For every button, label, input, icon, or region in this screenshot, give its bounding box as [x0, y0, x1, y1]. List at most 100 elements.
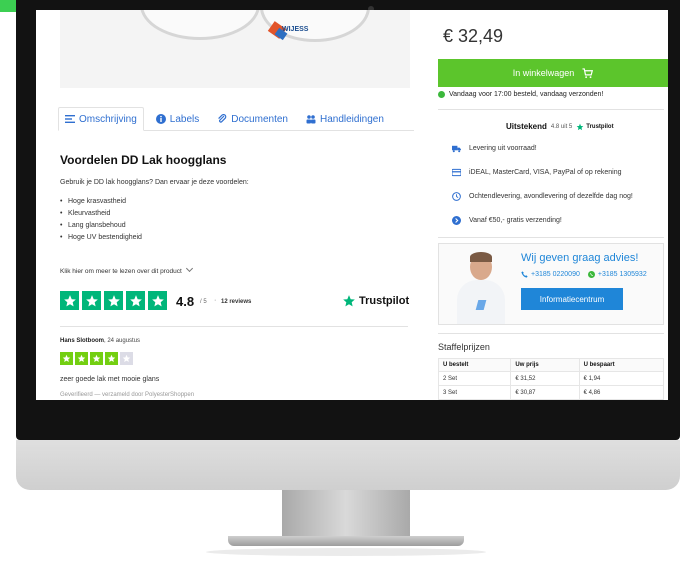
monitor-stand	[282, 490, 410, 536]
benefits-list: Hoge krasvastheid Kleurvastheid Lang gla…	[60, 196, 142, 244]
trustpilot-logo[interactable]: Trustpilot	[342, 294, 409, 308]
whatsapp-number: +3185 1305932	[597, 271, 647, 278]
shipping-note-text: Vandaag voor 17:00 besteld, vandaag verz…	[449, 91, 604, 98]
read-more-label: Klik hier om meer te lezen over dit prod…	[60, 268, 182, 275]
usp-text: Ochtendlevering, avondlevering of dezelf…	[469, 193, 633, 200]
trustpilot-summary[interactable]: Uitstekend 4.8 uit 5 Trustpilot	[506, 122, 614, 131]
credit-card-icon	[452, 168, 461, 177]
list-item: Lang glansbehoud	[60, 220, 142, 232]
trustpilot-summary-label: Uitstekend	[506, 122, 547, 131]
accent-corner	[0, 0, 16, 12]
read-more-link[interactable]: Klik hier om meer te lezen over dit prod…	[60, 264, 193, 275]
shipping-note: Vandaag voor 17:00 besteld, vandaag verz…	[438, 91, 603, 98]
table-row[interactable]: 3 Set € 30,87 € 4,86	[437, 385, 665, 400]
star-icon	[75, 352, 88, 365]
add-to-cart-button[interactable]: In winkelwagen	[438, 59, 668, 87]
review-text: zeer goede lak met mooie glans	[60, 376, 160, 383]
divider	[438, 109, 664, 110]
advice-phones: +3185 0220090 +3185 1305932	[521, 271, 647, 278]
rating-separator: ·	[214, 297, 217, 304]
reviews-count[interactable]: 12 reviews	[221, 299, 251, 305]
people-icon	[306, 115, 316, 124]
trustpilot-stars	[60, 291, 167, 310]
usp-payment: iDEAL, MasterCard, VISA, PayPal of op re…	[452, 168, 622, 177]
trustpilot-mini-text: Trustpilot	[586, 123, 614, 130]
info-icon	[155, 114, 166, 124]
tab-label: Labels	[169, 113, 200, 125]
avatar-hair	[470, 252, 492, 262]
tab-label: Documenten	[231, 113, 288, 125]
avatar	[453, 248, 509, 324]
divider	[60, 326, 408, 327]
review-author: Hans Slotboom, 24 augustus	[60, 338, 140, 344]
list-icon	[65, 115, 75, 123]
usp-free-shipping: Vanaf €50,- gratis verzending!	[452, 216, 562, 225]
whatsapp-icon	[587, 271, 595, 278]
tin-brand-label: WIJESS	[282, 26, 309, 33]
star-icon	[60, 352, 73, 365]
tab-omschrijving[interactable]: Omschrijving	[58, 107, 144, 131]
list-item: Hoge UV bestendigheid	[60, 232, 142, 244]
add-to-cart-label: In winkelwagen	[512, 68, 575, 78]
column-header: U bestelt	[437, 358, 512, 372]
divider	[438, 333, 664, 334]
tab-documenten[interactable]: Documenten	[211, 107, 294, 131]
star-empty-icon	[120, 352, 133, 365]
table-cell: € 31,52	[510, 371, 580, 386]
review-stars	[60, 352, 133, 365]
divider	[438, 237, 664, 238]
paint-tin-left	[140, 10, 260, 40]
phone-link[interactable]: +3185 0220090	[521, 271, 580, 278]
review-verified: Geverifieerd — verzameld door PolyesterS…	[60, 392, 195, 398]
status-dot-icon	[438, 91, 445, 98]
staffel-title: Staffelprijzen	[438, 342, 490, 352]
monitor-shadow	[206, 548, 486, 556]
tab-handleidingen[interactable]: Handleidingen	[300, 107, 390, 131]
product-image: WIJESS	[60, 10, 410, 88]
advice-box: Wij geven graag advies! +3185 0220090 +3…	[438, 243, 664, 325]
review-author-name: Hans Slotboom	[60, 338, 105, 344]
star-icon	[82, 291, 101, 310]
star-icon	[90, 352, 103, 365]
monitor-chin	[16, 440, 680, 490]
star-icon	[105, 352, 118, 365]
description-intro: Gebruik je DD lak hoogglans? Dan ervaar …	[60, 179, 249, 186]
tab-label: Omschrijving	[79, 113, 137, 125]
whatsapp-link[interactable]: +3185 1305932	[587, 271, 647, 278]
table-cell: € 4,86	[578, 385, 665, 400]
trustpilot-star-icon	[576, 123, 584, 130]
table-row[interactable]: 2 Set € 31,52 € 1,94	[437, 371, 665, 386]
usp-delivery-time: Ochtendlevering, avondlevering of dezelf…	[452, 192, 633, 201]
star-icon	[104, 291, 123, 310]
usp-text: Vanaf €50,- gratis verzending!	[469, 217, 562, 224]
tab-label: Handleidingen	[319, 113, 384, 125]
screen: WIJESS Omschrijving Labels Documenten Ha…	[36, 10, 668, 400]
column-header: U bespaart	[578, 358, 665, 372]
star-icon	[148, 291, 167, 310]
informatiecentrum-button[interactable]: Informatiecentrum	[521, 288, 623, 310]
list-item: Kleurvastheid	[60, 208, 142, 220]
monitor-base	[228, 536, 464, 546]
table-cell: 2 Set	[437, 371, 512, 386]
list-item: Hoge krasvastheid	[60, 196, 142, 208]
clock-icon	[452, 192, 461, 201]
trustpilot-star-icon	[343, 295, 355, 307]
product-price: € 32,49	[443, 26, 504, 46]
paperclip-icon	[218, 114, 227, 123]
phone-number: +3185 0220090	[531, 271, 580, 278]
usp-text: Levering uit voorraad!	[469, 145, 537, 152]
staffel-table: U bestelt Uw prijs U bespaart 2 Set € 31…	[437, 358, 665, 400]
trustpilot-mini-logo: Trustpilot	[576, 123, 614, 131]
arrow-circle-icon	[452, 216, 461, 225]
trustpilot-logo-text: Trustpilot	[359, 295, 410, 307]
star-icon	[60, 291, 79, 310]
table-cell: € 1,94	[578, 371, 665, 386]
description-title: Voordelen DD Lak hoogglans	[60, 153, 227, 167]
chevron-down-icon	[185, 264, 193, 273]
phone-icon	[521, 271, 528, 278]
table-header-row: U bestelt Uw prijs U bespaart	[437, 358, 665, 372]
truck-icon	[452, 145, 461, 153]
star-icon	[126, 291, 145, 310]
rating-value: 4.8	[176, 294, 195, 309]
tab-labels[interactable]: Labels	[150, 107, 205, 131]
